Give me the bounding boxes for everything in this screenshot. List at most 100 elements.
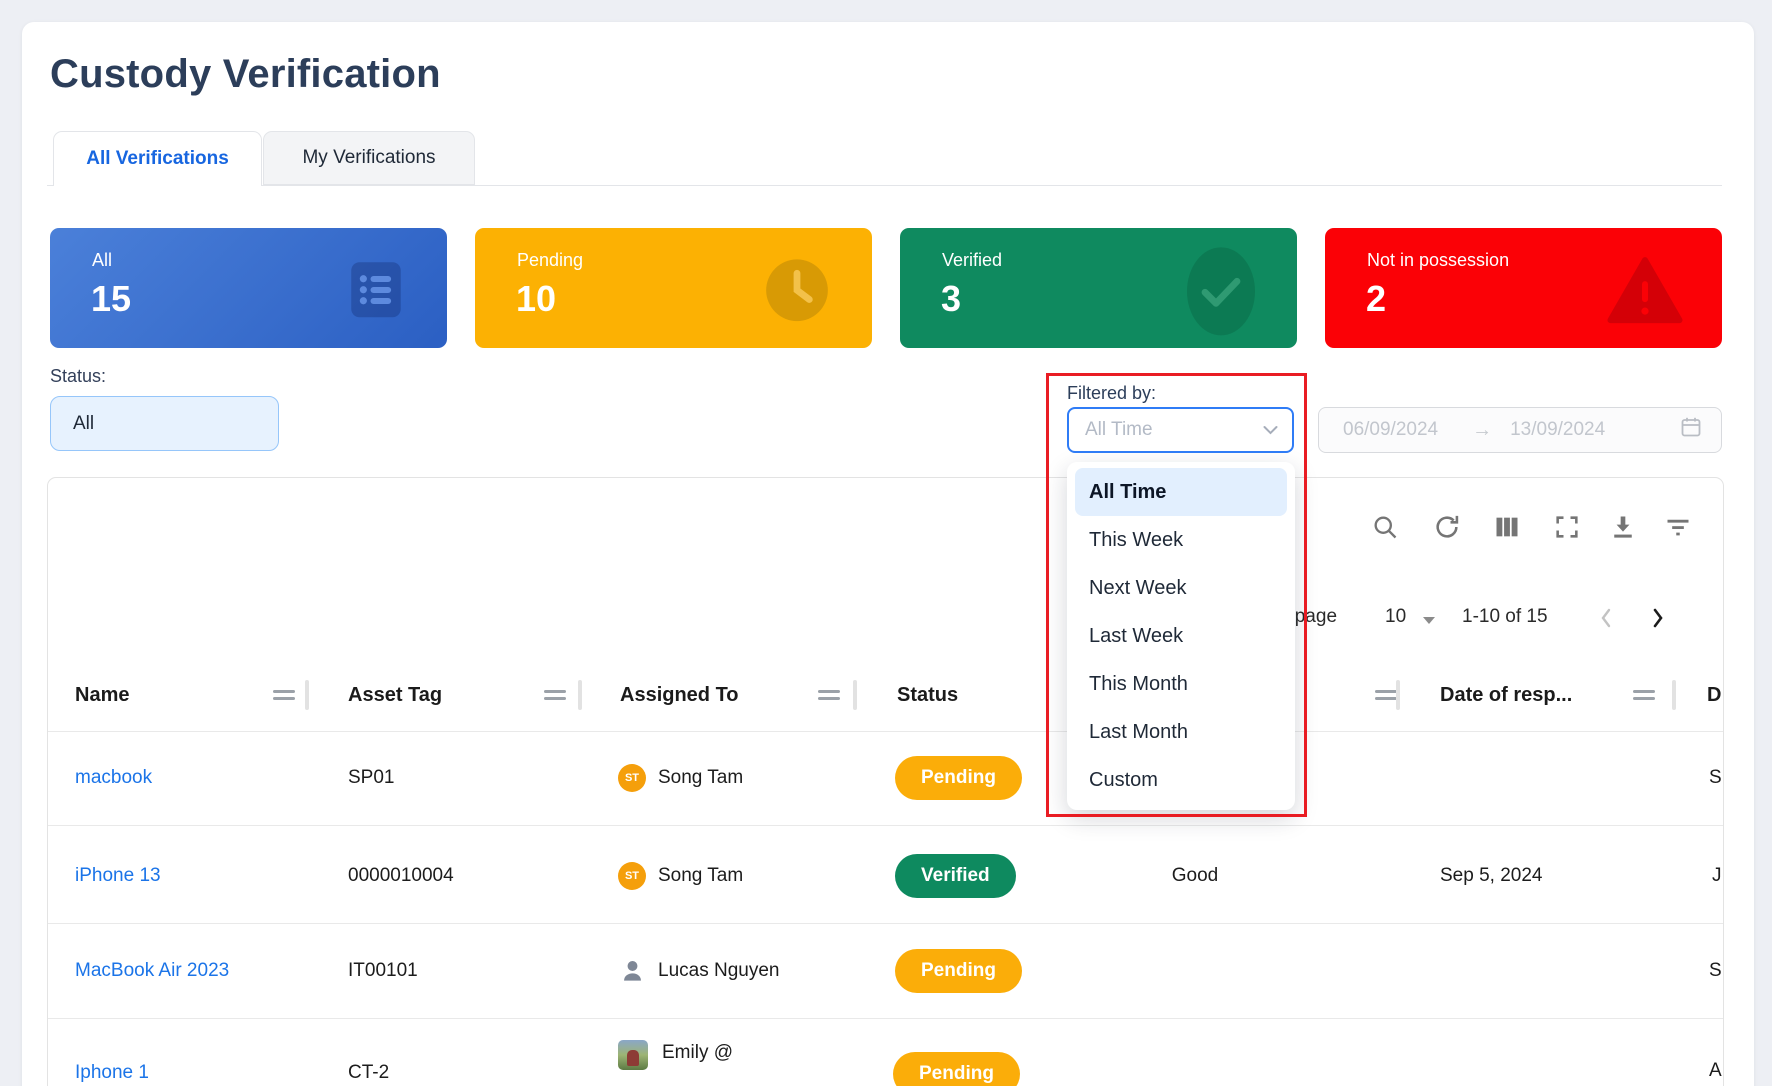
per-page-caret-icon[interactable] [1422,612,1436,630]
assigned-to-cell: Emily @ [662,1042,733,1064]
check-circle-icon [1183,245,1259,342]
column-separator[interactable] [1672,680,1676,710]
column-separator[interactable] [1396,680,1400,710]
tab-my-verifications-label: My Verifications [302,147,435,169]
asset-tag-cell: CT-2 [348,1062,389,1084]
status-badge: Pending [895,949,1022,993]
stat-card-pending-value: 10 [516,278,556,320]
tab-all-verifications[interactable]: All Verifications [53,131,262,186]
filtered-by-label: Filtered by: [1067,383,1156,404]
per-page-value[interactable]: 10 [1385,606,1406,628]
asset-tag-cell: SP01 [348,767,394,789]
status-filter-label: Status: [50,366,106,387]
column-drag-icon[interactable] [273,690,295,700]
status-badge: Pending [893,1052,1020,1086]
column-header-assigned-to[interactable]: Assigned To [620,684,739,707]
clipped-cell-text: S [1709,767,1722,789]
date-from-value: 06/09/2024 [1343,419,1438,441]
stat-card-all-value: 15 [91,278,131,320]
tab-divider [47,185,1722,186]
filtered-by-placeholder: All Time [1085,419,1153,441]
dropdown-option-all-time[interactable]: All Time [1075,468,1287,516]
stat-card-all[interactable]: All 15 [50,228,447,348]
dropdown-option-custom[interactable]: Custom [1067,756,1295,804]
stat-card-not-in-possession[interactable]: Not in possession 2 [1325,228,1722,348]
stat-card-all-label: All [92,250,112,271]
previous-page-icon[interactable] [1598,606,1614,630]
stat-card-pending[interactable]: Pending 10 [475,228,872,348]
date-range-picker[interactable]: 06/09/2024 → 13/09/2024 [1318,407,1722,453]
download-icon[interactable] [1609,513,1637,541]
column-drag-icon[interactable] [1375,690,1397,700]
clipped-cell-text: J [1712,865,1722,887]
refresh-icon[interactable] [1433,513,1461,541]
assigned-to-cell: Song Tam [658,865,743,887]
stat-card-verified-label: Verified [942,250,1002,271]
list-icon [343,257,409,328]
dropdown-option-last-week[interactable]: Last Week [1067,612,1295,660]
column-separator[interactable] [853,680,857,710]
pagination-range-label: 1-10 of 15 [1462,606,1548,628]
asset-name-link[interactable]: macbook [75,767,152,789]
clock-icon [760,253,834,332]
assigned-to-cell: Song Tam [658,767,743,789]
filter-icon[interactable] [1664,513,1692,541]
date-of-resp-cell: Sep 5, 2024 [1440,865,1542,887]
columns-icon[interactable] [1493,513,1521,541]
stat-card-not-in-possession-label: Not in possession [1367,250,1509,271]
column-header-date-of-resp[interactable]: Date of resp... [1440,684,1572,707]
avatar: ST [618,764,646,792]
row-divider [48,1018,1723,1019]
search-icon[interactable] [1371,513,1399,541]
column-header-asset-tag[interactable]: Asset Tag [348,684,442,707]
column-drag-icon[interactable] [1633,690,1655,700]
stat-card-verified[interactable]: Verified 3 [900,228,1297,348]
asset-tag-cell: 0000010004 [348,865,454,887]
avatar-photo [618,1040,648,1070]
column-separator[interactable] [578,680,582,710]
clipped-cell-text: A [1709,1060,1722,1082]
tab-my-verifications[interactable]: My Verifications [263,131,475,185]
column-header-clipped[interactable]: D [1707,684,1721,707]
column-drag-icon[interactable] [544,690,566,700]
calendar-icon [1679,415,1703,445]
asset-name-link[interactable]: iPhone 13 [75,865,161,887]
column-header-status[interactable]: Status [897,684,958,707]
stat-card-pending-label: Pending [517,250,583,271]
tab-all-verifications-label: All Verifications [86,148,229,170]
verifications-table-card [47,477,1724,1086]
status-filter-value: All [73,413,94,435]
column-header-name[interactable]: Name [75,684,129,707]
dropdown-option-last-month[interactable]: Last Month [1067,708,1295,756]
dropdown-option-this-week[interactable]: This Week [1067,516,1295,564]
clipped-cell-text: S [1709,960,1722,982]
stat-card-verified-value: 3 [941,278,961,320]
dropdown-option-next-week[interactable]: Next Week [1067,564,1295,612]
date-range-arrow-icon: → [1472,419,1492,442]
person-icon [619,957,646,989]
next-page-icon[interactable] [1650,606,1666,630]
condition-cell: Good [1140,865,1250,887]
page-title: Custody Verification [50,52,441,97]
dropdown-option-this-month[interactable]: This Month [1067,660,1295,708]
column-drag-icon[interactable] [818,690,840,700]
row-divider [48,825,1723,826]
date-to-value: 13/09/2024 [1510,419,1605,441]
status-filter-select[interactable]: All [50,396,279,451]
row-divider [48,923,1723,924]
avatar: ST [618,862,646,890]
asset-tag-cell: IT00101 [348,960,418,982]
filtered-by-select[interactable]: All Time [1067,407,1294,453]
asset-name-link[interactable]: MacBook Air 2023 [75,960,229,982]
warning-triangle-icon [1606,254,1684,331]
asset-name-link[interactable]: Iphone 1 [75,1062,149,1084]
assigned-to-cell: Lucas Nguyen [658,960,779,982]
chevron-down-icon [1263,419,1278,441]
filtered-by-dropdown: All Time This Week Next Week Last Week T… [1067,462,1295,810]
column-separator[interactable] [305,680,309,710]
fullscreen-icon[interactable] [1553,513,1581,541]
status-badge: Pending [895,756,1022,800]
row-divider [48,731,1723,732]
status-badge: Verified [895,854,1016,898]
stat-card-not-in-possession-value: 2 [1366,278,1386,320]
